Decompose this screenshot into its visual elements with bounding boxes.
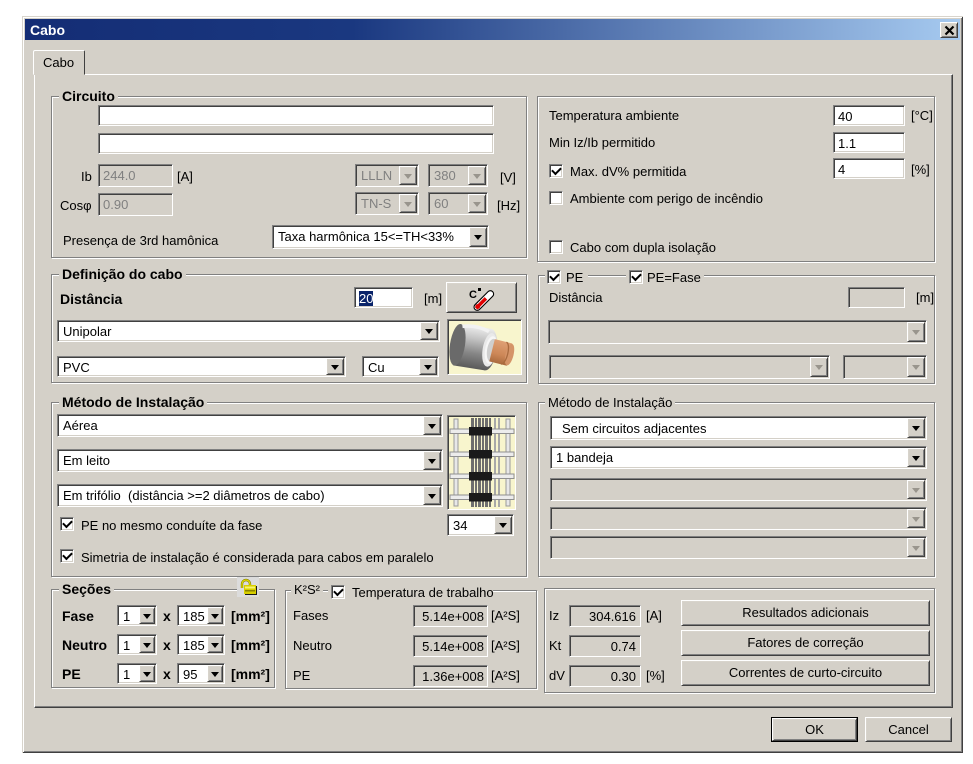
svg-text:C: C <box>469 289 477 301</box>
